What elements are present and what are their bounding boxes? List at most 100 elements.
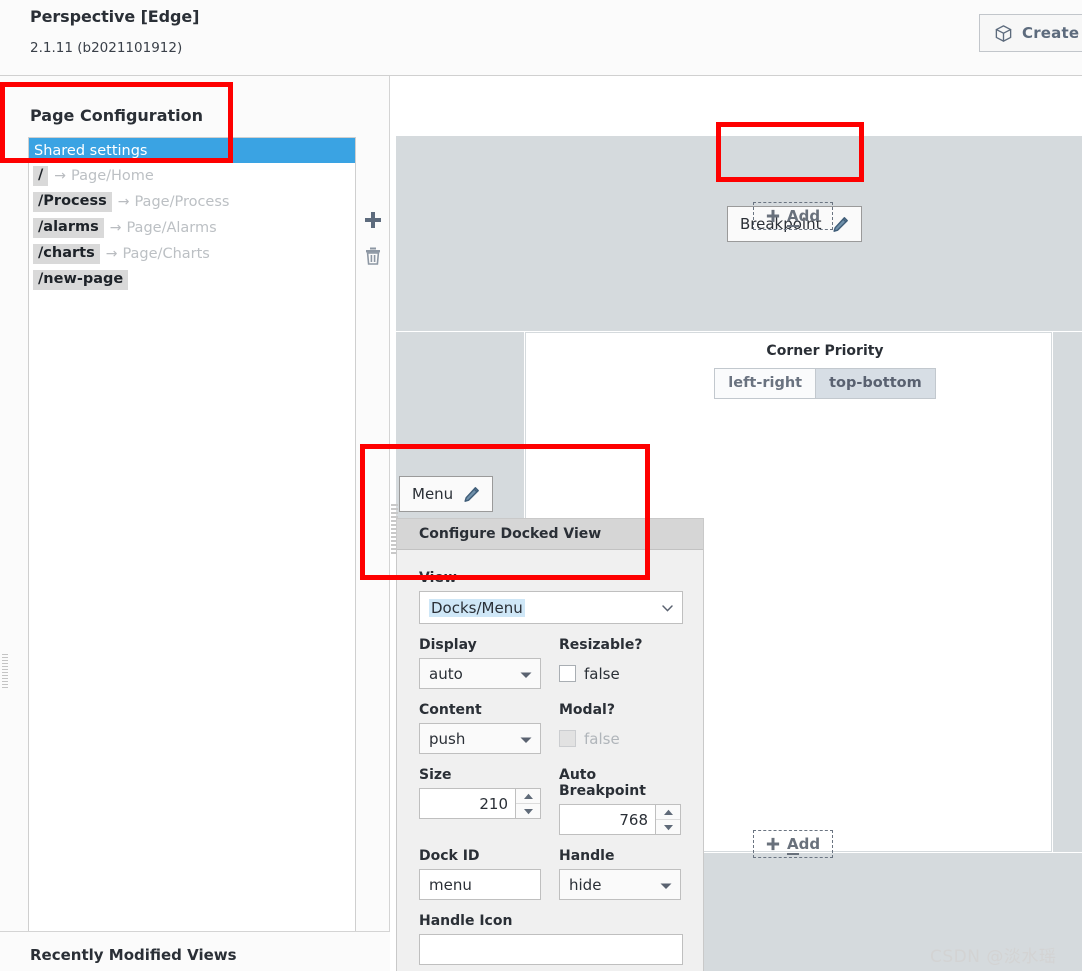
add-accel-key: A <box>787 835 799 855</box>
corner-priority: Corner Priority left-right top-bottom <box>695 343 955 399</box>
resizable-label: Resizable? <box>559 637 643 653</box>
watermark: CSDN @淡水瑶 <box>930 947 1057 967</box>
row-size-autobreakpoint: Size 210 Auto Breakpoint 768 <box>419 767 681 835</box>
plus-icon[interactable] <box>362 209 384 233</box>
view-select-value: Docks/Menu <box>429 598 525 617</box>
menu-dock-chip-label: Menu <box>412 485 454 503</box>
menu-dock-chip[interactable]: Menu <box>399 476 494 512</box>
auto-breakpoint-stepper[interactable]: 768 <box>559 804 681 835</box>
chevron-down-icon <box>661 599 674 617</box>
page-path: / <box>33 166 49 186</box>
create-button[interactable]: Create <box>979 14 1082 52</box>
display-label: Display <box>419 637 477 653</box>
plus-icon <box>766 837 780 851</box>
field-auto-breakpoint: Auto Breakpoint 768 <box>559 767 681 835</box>
row-display-resizable: Display auto Resizable? false <box>419 637 681 689</box>
size-label: Size <box>419 767 452 783</box>
page-list-item[interactable]: /new-page <box>29 267 355 293</box>
arrow-icon: → <box>54 168 67 184</box>
content-label: Content <box>419 702 482 718</box>
app-root: Perspective [Edge] 2.1.11 (b2021101912) … <box>0 0 1082 971</box>
trash-icon[interactable] <box>362 245 384 269</box>
recently-modified-views-title: Recently Modified Views <box>30 946 237 964</box>
configure-docked-view-title: Configure Docked View <box>419 526 602 542</box>
configure-docked-view-header: Configure Docked View <box>397 519 703 550</box>
resizable-value: false <box>584 664 620 683</box>
configure-docked-view-panel: Configure Docked View View Docks/Menu Di… <box>396 518 704 971</box>
stepper-up-icon[interactable] <box>516 789 540 803</box>
stepper-down-icon[interactable] <box>516 803 540 818</box>
add-breakpoint-button[interactable]: Add <box>753 202 834 230</box>
page-list-item[interactable]: /Process → Page/Process <box>29 189 355 215</box>
panel-resize-grip[interactable] <box>2 654 8 694</box>
create-button-label: Create <box>1022 24 1080 42</box>
resizable-checkbox-row[interactable]: false <box>559 658 681 689</box>
page-target: Page/Alarms <box>126 220 217 236</box>
dock-id-input[interactable]: menu <box>419 869 541 900</box>
version-label: 2.1.11 (b2021101912) <box>30 40 183 56</box>
handle-icon-input[interactable] <box>419 934 683 965</box>
corner-priority-title: Corner Priority <box>766 343 884 359</box>
field-dock-id: Dock ID menu <box>419 848 541 900</box>
dock-id-value: menu <box>429 875 472 894</box>
cube-icon <box>994 24 1013 43</box>
page-configuration-title: Page Configuration <box>30 106 203 125</box>
arrow-icon: → <box>105 246 118 262</box>
handle-label: Handle <box>559 848 615 864</box>
auto-breakpoint-stepper-buttons[interactable] <box>655 804 681 835</box>
stepper-down-icon[interactable] <box>656 819 680 834</box>
stepper-up-icon[interactable] <box>656 805 680 819</box>
pencil-icon[interactable] <box>463 486 480 503</box>
corner-priority-option-left-right[interactable]: left-right <box>715 369 816 398</box>
chevron-down-icon <box>520 730 532 748</box>
auto-breakpoint-label: Auto Breakpoint <box>559 767 646 799</box>
field-handle-icon: Handle Icon <box>419 913 683 965</box>
page-configuration-panel: Page Configuration Shared settings / → P… <box>0 76 390 971</box>
view-label: View <box>419 570 457 586</box>
modal-checkbox <box>559 730 576 747</box>
field-display: Display auto <box>419 637 541 689</box>
size-stepper[interactable]: 210 <box>419 788 541 819</box>
auto-breakpoint-value[interactable]: 768 <box>559 804 655 835</box>
chevron-down-icon <box>660 876 672 894</box>
add-dock-bottom-button[interactable]: Add <box>753 830 834 858</box>
dock-id-label: Dock ID <box>419 848 480 864</box>
resizable-checkbox[interactable] <box>559 665 576 682</box>
display-select-value: auto <box>429 664 463 683</box>
field-content: Content push <box>419 702 541 754</box>
app-header: Perspective [Edge] 2.1.11 (b2021101912) … <box>0 0 1082 76</box>
size-stepper-buttons[interactable] <box>515 788 541 819</box>
recently-modified-views-panel: Recently Modified Views <box>0 931 390 971</box>
add-accel-key: A <box>787 207 799 227</box>
page-list-item[interactable]: /charts → Page/Charts <box>29 241 355 267</box>
page-title: Perspective [Edge] <box>30 7 200 26</box>
dock-zone-right[interactable] <box>1053 332 1082 852</box>
page-list-item[interactable]: / → Page/Home <box>29 163 355 189</box>
plus-icon <box>766 209 780 223</box>
page-list-item-shared-settings[interactable]: Shared settings <box>29 138 355 163</box>
content-select-value: push <box>429 729 466 748</box>
page-list-item[interactable]: /alarms → Page/Alarms <box>29 215 355 241</box>
content-select[interactable]: push <box>419 723 541 754</box>
shared-settings-label: Shared settings <box>34 142 148 159</box>
view-select[interactable]: Docks/Menu <box>419 591 683 624</box>
arrow-icon: → <box>117 194 130 210</box>
corner-priority-toggle-group[interactable]: left-right top-bottom <box>714 368 936 399</box>
chevron-down-icon <box>520 665 532 683</box>
page-path: /alarms <box>33 218 104 238</box>
size-value[interactable]: 210 <box>419 788 515 819</box>
add-label-rest: dd <box>798 207 821 225</box>
pencil-icon[interactable] <box>832 216 849 233</box>
row-dockid-handle: Dock ID menu Handle hide <box>419 848 681 900</box>
display-select[interactable]: auto <box>419 658 541 689</box>
add-label-rest: dd <box>798 835 821 853</box>
add-dock-bottom-label: Add <box>787 835 821 855</box>
modal-value: false <box>584 729 620 748</box>
field-resizable: Resizable? false <box>559 637 681 689</box>
page-list[interactable]: Shared settings / → Page/Home /Process →… <box>28 137 356 971</box>
handle-select[interactable]: hide <box>559 869 681 900</box>
field-modal: Modal? false <box>559 702 681 754</box>
page-target: Page/Home <box>71 168 154 184</box>
corner-priority-option-top-bottom[interactable]: top-bottom <box>815 369 935 398</box>
page-path: /Process <box>33 192 112 212</box>
